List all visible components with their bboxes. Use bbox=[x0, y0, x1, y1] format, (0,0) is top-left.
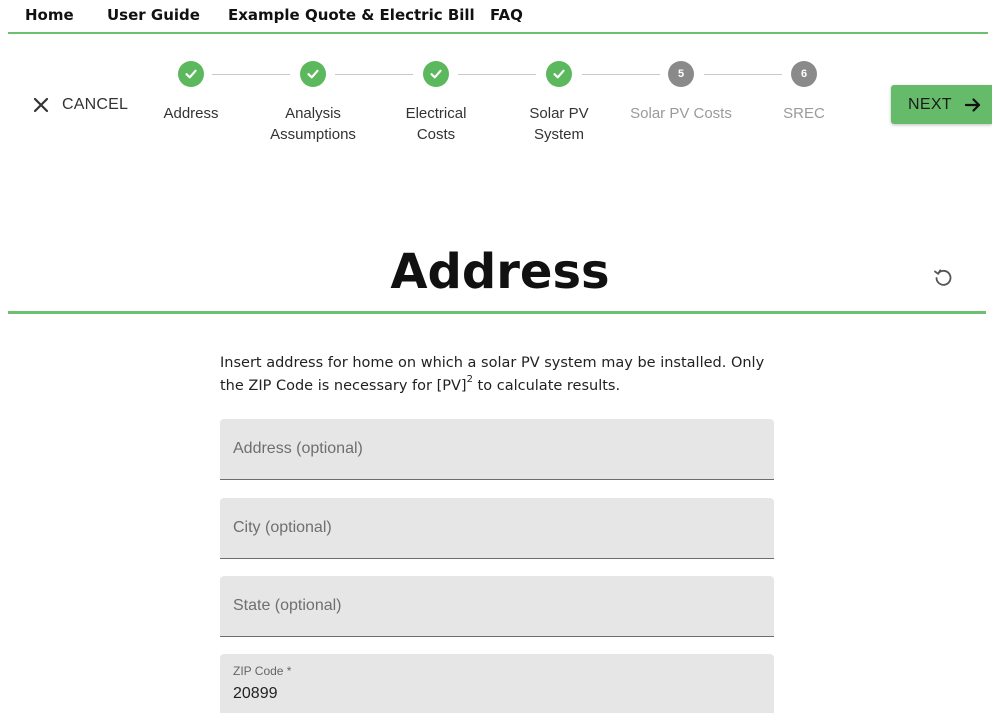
intro-text: Insert address for home on which a solar… bbox=[220, 352, 776, 398]
state-input[interactable] bbox=[220, 576, 774, 636]
address-field bbox=[220, 419, 774, 480]
step-label: SREC bbox=[783, 105, 825, 122]
city-field bbox=[220, 498, 774, 559]
nav-home-link[interactable]: Home bbox=[25, 6, 74, 24]
step-label: Address bbox=[163, 105, 219, 122]
progress-stepper: Address Analysis Assumptions Electrical … bbox=[0, 60, 992, 155]
state-field bbox=[220, 576, 774, 637]
nav-faq-link[interactable]: FAQ bbox=[490, 6, 523, 24]
zip-field: ZIP Code * bbox=[220, 654, 774, 713]
step-address[interactable]: Address bbox=[131, 60, 251, 124]
step-label: Solar PV Costs bbox=[630, 105, 732, 122]
step-number-badge: 6 bbox=[791, 61, 817, 87]
step-srec: 6 SREC bbox=[744, 60, 864, 124]
app-root: Home User Guide Example Quote & Electric… bbox=[0, 0, 992, 713]
title-divider bbox=[8, 311, 986, 314]
step-number-badge: 5 bbox=[668, 61, 694, 87]
step-label: Electrical Costs bbox=[405, 105, 467, 143]
top-nav: Home User Guide Example Quote & Electric… bbox=[0, 0, 992, 34]
next-label: NEXT bbox=[908, 95, 952, 113]
intro-superscript: 2 bbox=[466, 374, 473, 386]
step-label: Solar PV System bbox=[529, 105, 589, 143]
nav-user-guide-link[interactable]: User Guide bbox=[107, 6, 200, 24]
page-title: Address bbox=[390, 244, 610, 300]
address-input[interactable] bbox=[220, 419, 774, 479]
reset-icon[interactable] bbox=[932, 266, 954, 288]
step-solar-pv-costs: 5 Solar PV Costs bbox=[621, 60, 741, 124]
step-electrical-costs[interactable]: Electrical Costs bbox=[376, 60, 496, 145]
step-label: Analysis Assumptions bbox=[270, 105, 356, 143]
arrow-right-icon bbox=[964, 96, 982, 114]
zip-input[interactable] bbox=[220, 654, 774, 713]
check-icon bbox=[178, 61, 204, 87]
city-input[interactable] bbox=[220, 498, 774, 558]
intro-tail: to calculate results. bbox=[472, 378, 621, 394]
check-icon bbox=[546, 61, 572, 87]
step-analysis-assumptions[interactable]: Analysis Assumptions bbox=[253, 60, 373, 145]
nav-example-quote-link[interactable]: Example Quote & Electric Bill bbox=[228, 6, 475, 24]
check-icon bbox=[300, 61, 326, 87]
next-button[interactable]: NEXT bbox=[891, 85, 992, 124]
nav-divider bbox=[8, 32, 988, 34]
check-icon bbox=[423, 61, 449, 87]
step-solar-pv-system[interactable]: Solar PV System bbox=[499, 60, 619, 145]
